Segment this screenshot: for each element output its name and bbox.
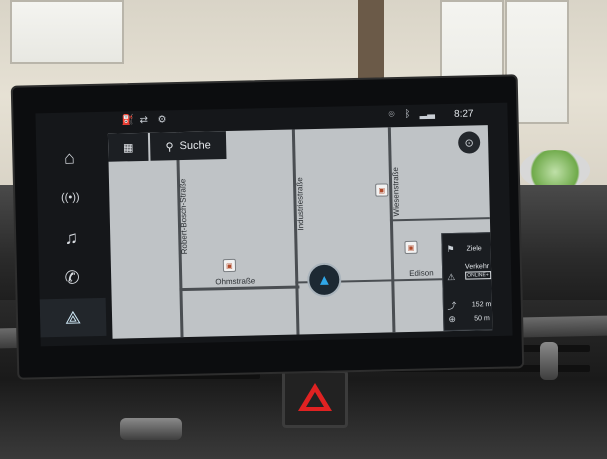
- road: [291, 129, 300, 335]
- street-label: Wiesenstraße: [390, 166, 402, 217]
- hazard-button[interactable]: [282, 370, 348, 428]
- street-label: Edison: [409, 268, 434, 278]
- home-button[interactable]: ⌂: [36, 138, 103, 177]
- music-button[interactable]: ♫: [38, 218, 105, 257]
- signal-icon: ▂▃: [419, 108, 436, 120]
- road: [389, 217, 490, 222]
- location-icon: ⌾: [388, 109, 395, 121]
- street-label: Ohmstraße: [215, 276, 256, 287]
- vent-knob[interactable]: [540, 342, 558, 380]
- traffic-label: Verkehr: [464, 263, 490, 271]
- search-label: Suche: [179, 139, 211, 153]
- grid-icon: ▦: [122, 141, 134, 154]
- car-sync-icon: ⇄: [139, 114, 149, 127]
- vehicle-position-marker: ▲: [306, 262, 342, 298]
- shopping-poi-icon[interactable]: ▣: [222, 258, 237, 273]
- radio-button[interactable]: ((•)): [37, 178, 104, 217]
- music-icon: ♫: [64, 226, 79, 248]
- distance-row: ⤴ 152 m: [444, 297, 493, 312]
- route-icon: ⤴: [447, 300, 457, 311]
- warning-triangle-icon: ⚠: [447, 271, 456, 283]
- radio-icon: ((•)): [60, 191, 80, 204]
- service-icon: ⚙: [157, 114, 167, 126]
- flag-icon: ⚑: [446, 243, 455, 254]
- clock: 8:27: [453, 108, 474, 120]
- poi-icon[interactable]: ▣: [375, 183, 389, 197]
- street-label: Industriestraße: [295, 177, 306, 231]
- destinations-label: Ziele: [466, 244, 482, 253]
- search-button[interactable]: ⚲ Suche: [149, 131, 227, 161]
- search-icon: ⚲: [165, 140, 174, 153]
- destinations-button[interactable]: ⚑ Ziele: [442, 239, 492, 258]
- map-menu-button[interactable]: ▦: [107, 132, 149, 162]
- fuel-icon: ⛽: [121, 115, 135, 127]
- navigation-button[interactable]: ⟁: [39, 297, 107, 338]
- road: [387, 127, 396, 333]
- traffic-button[interactable]: ⚠ Verkehr ONLINE+: [443, 263, 493, 292]
- infotainment-display: ⛽ ⇄ ⚙ ⌾ ᛒ ▂▃ 8:27 ⌂ ((•)) ♫ ✆ ⟁ Robert-B…: [35, 102, 513, 347]
- street-label: Robert-Bosch-Straße: [178, 178, 189, 255]
- compass-icon: ⊙: [464, 136, 474, 150]
- online-badge: ONLINE+: [465, 271, 491, 280]
- distance-value: 152 m: [471, 300, 492, 309]
- hazard-triangle-icon: [298, 383, 332, 411]
- navigation-arrow-icon: ▲: [316, 271, 332, 289]
- garage-window: [10, 0, 124, 64]
- phone-icon: ✆: [64, 266, 80, 288]
- nav-panel: ⚑ Ziele ⚠ Verkehr ONLINE+ ⤴ 152 m ⊕ 50 m: [441, 231, 493, 332]
- bluetooth-icon: ᛒ: [404, 108, 411, 121]
- sidebar: ⌂ ((•)) ♫ ✆ ⟁: [36, 134, 111, 347]
- map-view[interactable]: Robert-Bosch-Straße Industriestraße Wies…: [107, 125, 493, 339]
- scale-value: 50 m: [474, 314, 490, 322]
- road: [179, 285, 300, 292]
- zoom-icon[interactable]: ⊕: [444, 313, 460, 324]
- compass-button[interactable]: ⊙: [457, 131, 481, 154]
- phone-button[interactable]: ✆: [39, 258, 106, 297]
- poi-icon[interactable]: ▣: [404, 240, 418, 255]
- distance-row: ⊕ 50 m: [444, 311, 492, 326]
- map-toolbar: ▦ ⚲ Suche: [107, 131, 227, 162]
- home-icon: ⌂: [63, 147, 76, 168]
- vent-knob[interactable]: [120, 418, 182, 440]
- windshield-sticker: [520, 150, 590, 190]
- navigation-icon: ⟁: [64, 306, 82, 328]
